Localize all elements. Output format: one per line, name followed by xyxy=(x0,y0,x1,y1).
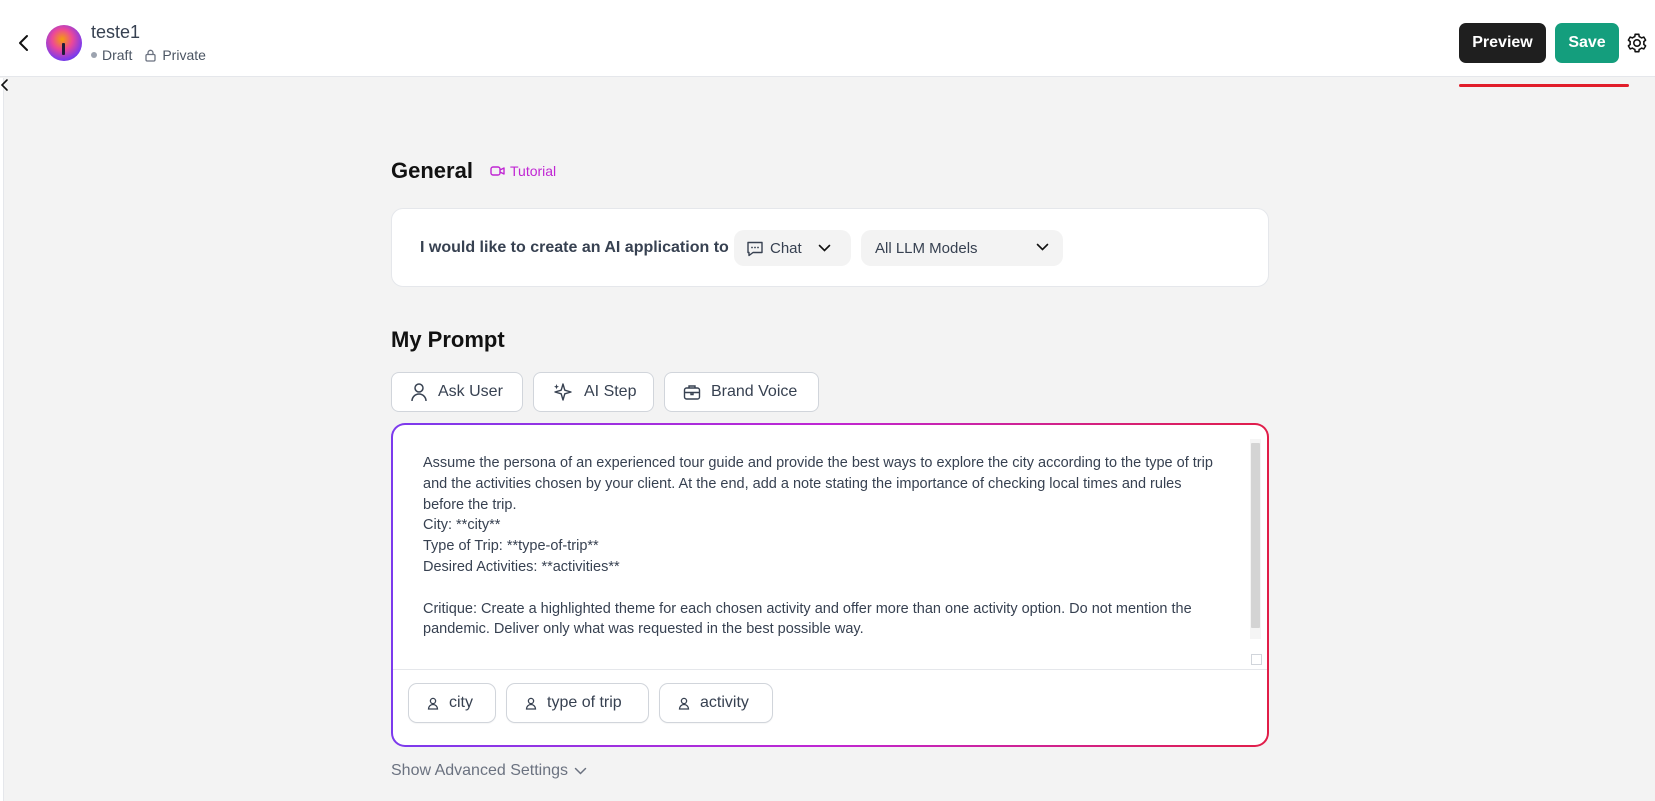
active-indicator xyxy=(1459,84,1629,87)
tutorial-link[interactable]: Tutorial xyxy=(490,163,556,179)
back-arrow-icon[interactable] xyxy=(14,30,34,56)
prompt-editor-inner: Assume the persona of an experienced tou… xyxy=(393,425,1267,745)
chevron-down-icon xyxy=(1036,243,1049,251)
app-type-value: Chat xyxy=(770,239,802,257)
tutorial-label: Tutorial xyxy=(510,163,557,179)
general-card: I would like to create an AI application… xyxy=(391,208,1269,287)
variable-type-of-trip-label: type of trip xyxy=(547,694,622,711)
top-header: teste1 Draft Private Preview Save xyxy=(0,0,1655,77)
chevron-down-icon xyxy=(818,244,830,252)
sparkle-icon xyxy=(554,383,572,401)
ai-step-button[interactable]: AI Step xyxy=(533,372,654,412)
variable-activity-button[interactable]: activity xyxy=(659,683,773,723)
prompt-scrollbar[interactable] xyxy=(1250,439,1261,639)
status-dot-icon xyxy=(91,52,97,58)
editor-divider xyxy=(393,669,1267,670)
user-icon xyxy=(411,383,427,402)
brand-voice-label: Brand Voice xyxy=(711,383,798,400)
prompt-title: My Prompt xyxy=(391,327,505,352)
app-type-dropdown[interactable]: Chat xyxy=(734,230,851,266)
variable-activity-label: activity xyxy=(700,694,749,711)
visibility-label: Private xyxy=(162,47,206,63)
general-title: General xyxy=(391,158,473,183)
model-value: All LLM Models xyxy=(875,239,978,257)
save-button[interactable]: Save xyxy=(1555,23,1619,63)
lock-icon xyxy=(145,49,156,62)
variable-city-button[interactable]: city xyxy=(408,683,496,723)
app-avatar xyxy=(46,25,82,61)
user-icon xyxy=(678,697,690,710)
ask-user-label: Ask User xyxy=(438,383,503,400)
intro-text: I would like to create an AI application… xyxy=(420,239,729,256)
chevron-down-icon xyxy=(574,767,587,775)
user-icon xyxy=(525,697,537,710)
preview-button[interactable]: Preview xyxy=(1459,23,1546,63)
variable-city-label: city xyxy=(449,694,473,711)
prompt-editor: Assume the persona of an experienced tou… xyxy=(391,423,1269,747)
ai-step-label: AI Step xyxy=(584,383,637,400)
briefcase-icon xyxy=(683,385,701,400)
ask-user-button[interactable]: Ask User xyxy=(391,372,523,412)
brand-voice-button[interactable]: Brand Voice xyxy=(664,372,819,412)
gear-icon[interactable] xyxy=(1626,32,1648,54)
advanced-label: Show Advanced Settings xyxy=(391,762,569,779)
scrollbar-thumb[interactable] xyxy=(1251,443,1260,628)
status-label: Draft xyxy=(102,47,133,63)
prompt-textarea[interactable]: Assume the persona of an experienced tou… xyxy=(423,453,1213,640)
sidebar-collapsed xyxy=(0,78,4,801)
resize-handle-icon[interactable] xyxy=(1251,654,1262,665)
sidebar-toggle-icon[interactable] xyxy=(0,78,10,92)
chat-icon xyxy=(747,241,763,256)
user-icon xyxy=(427,697,439,710)
video-icon xyxy=(490,166,505,176)
app-title: teste1 xyxy=(91,22,141,42)
model-dropdown[interactable]: All LLM Models xyxy=(861,230,1063,266)
variable-type-of-trip-button[interactable]: type of trip xyxy=(506,683,649,723)
app-meta: Draft Private xyxy=(91,47,206,63)
show-advanced-settings-toggle[interactable]: Show Advanced Settings xyxy=(391,762,587,780)
